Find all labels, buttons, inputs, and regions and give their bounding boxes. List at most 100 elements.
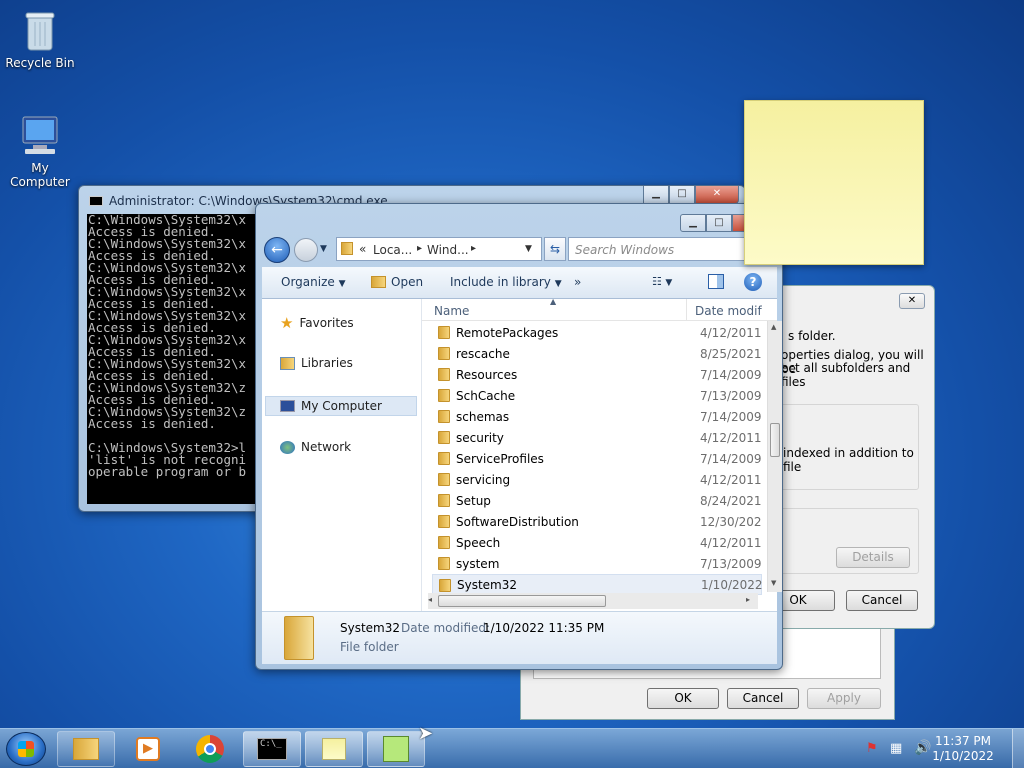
- horizontal-scrollbar[interactable]: ◂ ▸: [428, 593, 758, 609]
- ok-button-lower[interactable]: OK: [647, 688, 719, 709]
- scroll-right-icon[interactable]: ▸: [746, 595, 750, 604]
- start-button[interactable]: [6, 732, 46, 766]
- back-button[interactable]: ←: [264, 237, 290, 263]
- scroll-thumb[interactable]: [770, 423, 780, 457]
- nav-item-favorites[interactable]: ★ Favorites: [280, 314, 354, 332]
- maximize-button[interactable]: □: [669, 186, 695, 204]
- nav-item-network[interactable]: Network: [280, 440, 351, 454]
- file-list-row[interactable]: schemas 7/14/2009 1: [432, 406, 762, 427]
- search-input[interactable]: Search Windows: [568, 237, 768, 261]
- close-icon: ✕: [712, 188, 722, 199]
- file-list-row[interactable]: security 4/12/2011 4: [432, 427, 762, 448]
- file-list-row[interactable]: SoftwareDistribution 12/30/2021: [432, 511, 762, 532]
- folder-icon: [438, 473, 450, 486]
- file-list-row[interactable]: SchCache 7/13/2009 1: [432, 385, 762, 406]
- include-in-library-button[interactable]: Include in library ▼: [450, 275, 562, 289]
- nav-item-my-computer[interactable]: My Computer: [265, 396, 417, 416]
- column-header-date[interactable]: Date modif: [695, 304, 762, 318]
- maximize-button[interactable]: □: [706, 214, 732, 232]
- taskbar-notepad-plus[interactable]: [367, 731, 425, 767]
- star-icon: ★: [280, 314, 294, 332]
- file-name: rescache: [456, 346, 510, 361]
- close-icon: ✕: [907, 295, 917, 306]
- cancel-button-lower[interactable]: Cancel: [727, 688, 799, 709]
- file-date: 1/10/2022 1: [701, 577, 763, 592]
- view-options-button[interactable]: ☷ ▼: [652, 275, 672, 288]
- file-list-row[interactable]: System32 1/10/2022 1: [432, 574, 763, 595]
- forward-button[interactable]: [294, 238, 318, 262]
- taskbar-explorer[interactable]: [57, 731, 115, 767]
- details-button[interactable]: Details: [836, 547, 910, 568]
- open-button[interactable]: Open: [371, 275, 423, 289]
- details-date-value: 1/10/2022 11:35 PM: [483, 621, 605, 635]
- maximize-icon: □: [714, 217, 724, 228]
- file-list[interactable]: Name ▲ Date modif RemotePackages 4/12/201…: [422, 299, 777, 611]
- address-dropdown-icon[interactable]: ▼: [525, 244, 532, 254]
- preview-pane-icon: [717, 275, 723, 288]
- taskbar-media-player[interactable]: ▶: [119, 731, 177, 767]
- minimize-button[interactable]: ▁: [680, 214, 706, 232]
- file-list-row[interactable]: servicing 4/12/2011 4: [432, 469, 762, 490]
- chevron-down-icon: ▼: [554, 279, 562, 289]
- refresh-button[interactable]: ⇆: [544, 237, 566, 261]
- file-list-row[interactable]: rescache 8/25/2021 1: [432, 343, 762, 364]
- breadcrumb-separator-icon[interactable]: ▸: [417, 243, 422, 254]
- preview-pane-button[interactable]: [708, 274, 724, 289]
- cancel-button[interactable]: Cancel: [846, 590, 918, 611]
- nav-item-libraries[interactable]: Libraries: [280, 356, 353, 370]
- file-name: schemas: [456, 409, 510, 424]
- file-date: 4/12/2011 4: [700, 325, 762, 340]
- sticky-note[interactable]: [744, 100, 924, 265]
- vertical-scrollbar[interactable]: ▲ ▼: [767, 321, 782, 592]
- show-desktop-button[interactable]: [1012, 729, 1024, 768]
- taskbar-sticky-notes[interactable]: [305, 731, 363, 767]
- libraries-icon: [280, 356, 295, 370]
- folder-icon: [73, 738, 99, 760]
- open-file-dialog[interactable]: ▁ □ ✕ ← ▼ « Loca... ▸ Wind... ▸ ▼ ⇆ Sear…: [255, 203, 783, 670]
- dialog-text-3: ect all subfolders and files: [781, 361, 911, 389]
- windows-logo-icon: [18, 741, 34, 757]
- minimize-button[interactable]: ▁: [643, 186, 669, 204]
- organize-button[interactable]: Organize ▼: [281, 275, 346, 289]
- file-list-row[interactable]: system 7/13/2009 1: [432, 553, 762, 574]
- apply-button[interactable]: Apply: [807, 688, 881, 709]
- system-clock[interactable]: 11:37 PM 1/10/2022: [928, 734, 998, 764]
- help-button[interactable]: ?: [744, 273, 762, 291]
- file-list-row[interactable]: Speech 4/12/2011 4: [432, 532, 762, 553]
- scroll-left-icon[interactable]: ◂: [428, 595, 432, 604]
- sort-ascending-icon: ▲: [550, 299, 557, 306]
- taskbar: ▶ C:\_ ➤ ⚑ ▦ 🔊 11:37 PM 1/10/2022: [0, 723, 1024, 768]
- more-commands-button[interactable]: »: [574, 275, 581, 289]
- scroll-up-icon[interactable]: ▲: [771, 323, 776, 331]
- folder-icon: [438, 326, 450, 339]
- file-list-row[interactable]: Resources 7/14/2009 1: [432, 364, 762, 385]
- breadcrumb-overflow-icon[interactable]: «: [359, 242, 366, 256]
- taskbar-chrome[interactable]: [181, 731, 239, 767]
- desktop-icon-recycle-bin[interactable]: Recycle Bin: [0, 8, 80, 70]
- close-button[interactable]: ✕: [695, 186, 739, 204]
- desktop-icon-my-computer[interactable]: My Computer: [0, 113, 80, 189]
- help-icon: ?: [749, 275, 757, 289]
- address-bar[interactable]: « Loca... ▸ Wind... ▸ ▼: [336, 237, 542, 261]
- folder-open-icon: [371, 276, 386, 288]
- column-header-name[interactable]: Name: [434, 304, 469, 318]
- dialog-close-button[interactable]: ✕: [899, 293, 925, 309]
- file-date: 4/12/2011 4: [700, 472, 762, 487]
- file-date: 8/24/2021 1: [700, 493, 762, 508]
- file-list-row[interactable]: Setup 8/24/2021 1: [432, 490, 762, 511]
- folder-icon: [438, 368, 450, 381]
- breadcrumb-windows[interactable]: Wind...: [427, 243, 469, 257]
- action-center-flag-icon[interactable]: ⚑: [866, 741, 878, 756]
- file-list-row[interactable]: ServiceProfiles 7/14/2009 1: [432, 448, 762, 469]
- scroll-down-icon[interactable]: ▼: [771, 579, 776, 587]
- network-tray-icon[interactable]: ▦: [890, 741, 902, 756]
- dialog-text-4: indexed in addition to file: [783, 446, 914, 474]
- taskbar-cmd[interactable]: C:\_: [243, 731, 301, 767]
- scroll-thumb-horizontal[interactable]: [438, 595, 606, 607]
- file-date: 7/14/2009 1: [700, 367, 762, 382]
- breadcrumb-separator-icon[interactable]: ▸: [471, 243, 476, 254]
- file-list-row[interactable]: RemotePackages 4/12/2011 4: [432, 322, 762, 343]
- recent-pages-chevron-icon[interactable]: ▼: [320, 244, 327, 254]
- file-name: SchCache: [456, 388, 516, 403]
- breadcrumb-local-disk[interactable]: Loca...: [373, 243, 412, 257]
